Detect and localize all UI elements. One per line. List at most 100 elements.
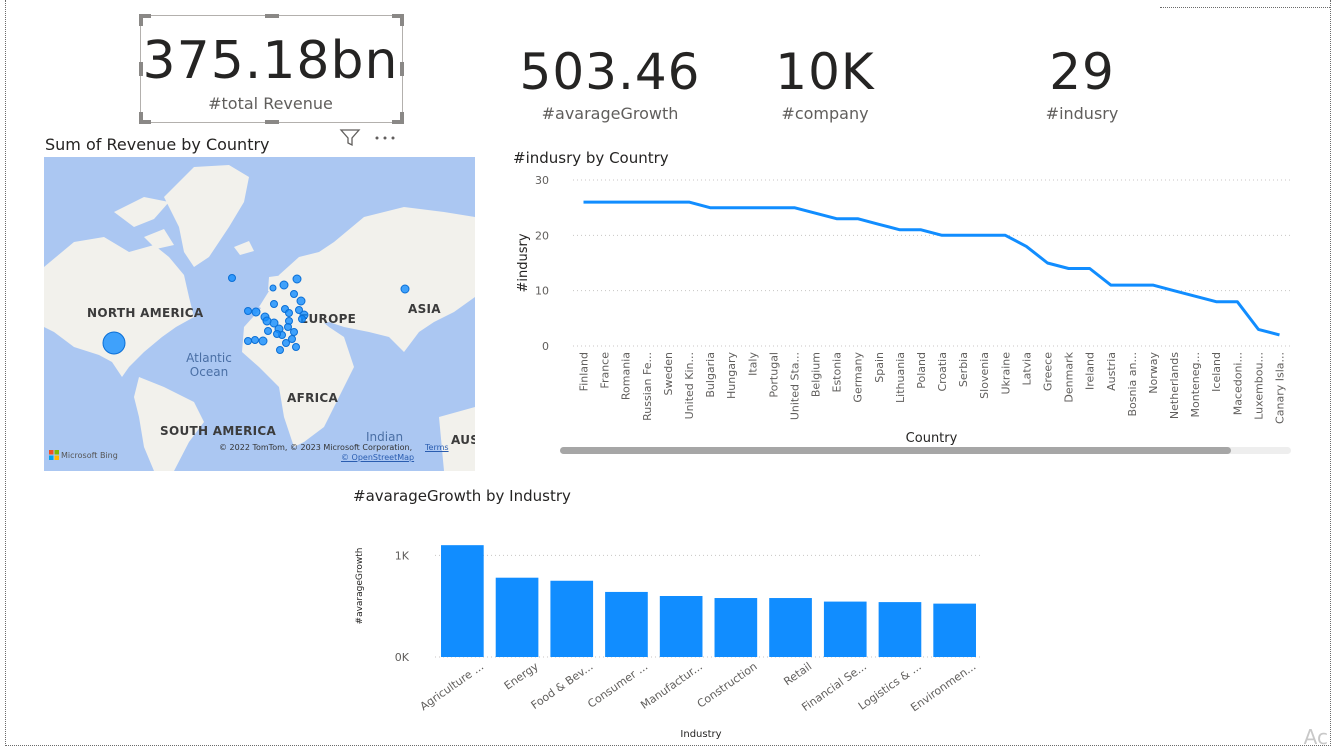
kpi-label: #total Revenue <box>208 94 333 113</box>
x-tick-label: Romania <box>620 352 633 400</box>
x-axis-title: Industry <box>680 729 721 740</box>
data-point <box>1278 333 1281 336</box>
y-tick-label: 30 <box>535 174 549 187</box>
kpi-value: 10K <box>775 43 875 101</box>
x-tick-label: Canary Isla... <box>1273 352 1286 424</box>
map-bubble <box>269 284 277 292</box>
map-bubble <box>285 309 293 317</box>
map-bubble <box>279 280 289 290</box>
x-tick-label: Ukraine <box>999 352 1012 395</box>
map-title: Sum of Revenue by Country <box>45 135 270 154</box>
map-bubble <box>264 327 272 335</box>
bar <box>933 603 976 657</box>
kpi-value: 29 <box>1049 43 1115 101</box>
x-tick-label: France <box>599 352 612 389</box>
kpi-card-average-growth[interactable]: 503.46 #avarageGrowth <box>510 42 710 123</box>
kpi-value: 375.18bn <box>142 31 399 91</box>
data-point <box>1173 289 1176 292</box>
bar <box>659 596 703 657</box>
x-tick-label: Netherlands <box>1168 352 1181 419</box>
x-tick-label: Manufactur... <box>638 660 705 712</box>
x-tick-label: United Kin... <box>683 352 696 419</box>
data-point <box>1236 300 1239 303</box>
bar <box>769 598 812 657</box>
y-tick-label: 10 <box>535 285 549 298</box>
data-point <box>603 201 606 204</box>
x-tick-label: Agriculture ... <box>418 660 486 713</box>
map-bubble <box>292 274 302 284</box>
map-bubble <box>102 331 126 355</box>
x-tick-label: Retail <box>781 660 814 688</box>
resize-handle[interactable] <box>139 112 143 124</box>
y-tick-label: 20 <box>535 229 549 242</box>
map-bubble <box>290 328 298 336</box>
map-bubble <box>400 284 410 294</box>
kpi-card-industry[interactable]: 29 #indusry <box>1012 42 1152 123</box>
resize-handle[interactable] <box>265 14 279 18</box>
kpi-card-company[interactable]: 10K #company <box>745 42 905 123</box>
terms-link[interactable]: Terms <box>425 443 449 452</box>
map-bubbles <box>102 274 410 355</box>
series-line <box>583 200 1280 337</box>
data-point <box>1046 262 1049 265</box>
more-options-icon[interactable] <box>372 130 398 144</box>
map-bubble <box>292 343 300 351</box>
x-tick-label: Iceland <box>1210 352 1223 392</box>
resize-handle[interactable] <box>400 14 404 26</box>
chart-title: #avarageGrowth by Industry <box>353 487 571 505</box>
x-tick-label: Monteneg... <box>1189 352 1202 417</box>
canvas-border-top <box>1160 7 1330 8</box>
x-axis-title: Country <box>906 431 958 446</box>
map-bubble <box>284 323 292 331</box>
map-bubble <box>282 339 290 347</box>
x-tick-label: Spain <box>873 352 886 383</box>
x-tick-label: Ireland <box>1084 352 1097 390</box>
map-bubble <box>258 336 268 346</box>
map-bubble <box>296 296 306 306</box>
industry-by-country-line-chart[interactable]: #indusry by Country 0 10 20 30 #indusry Finlan… <box>505 150 1305 450</box>
x-tick-label: Greece <box>1041 352 1054 391</box>
data-point <box>919 228 922 231</box>
x-tick-label: Russian Fe... <box>641 352 654 421</box>
data-point <box>1151 284 1154 287</box>
filter-icon[interactable] <box>338 128 362 148</box>
kpi-card-total-revenue[interactable]: 375.18bn #total Revenue <box>140 30 401 113</box>
bar <box>495 577 539 657</box>
revenue-map[interactable]: NORTH AMERICA EUROPE ASIA AFRICA SOUTH A… <box>44 157 475 471</box>
data-point <box>666 201 669 204</box>
resize-handle[interactable] <box>400 112 404 124</box>
x-tick-label: Bulgaria <box>704 352 717 398</box>
map-bubble <box>276 346 284 354</box>
data-point <box>1194 295 1197 298</box>
data-point <box>1257 328 1260 331</box>
resize-handle[interactable] <box>265 120 279 124</box>
map-bubble <box>262 316 272 326</box>
x-tick-label: United Sta... <box>788 352 801 420</box>
x-tick-label: Portugal <box>767 352 780 398</box>
x-tick-label: Croatia <box>936 352 949 392</box>
map-bubble <box>270 300 278 308</box>
x-tick-label: Slovenia <box>978 352 991 399</box>
x-tick-label: Italy <box>746 352 759 376</box>
data-point <box>582 201 585 204</box>
data-point <box>1215 300 1218 303</box>
y-axis-title: #indusry <box>516 233 531 292</box>
osm-link[interactable]: © OpenStreetMap <box>341 453 414 462</box>
bing-logo: Microsoft Bing <box>49 450 118 460</box>
data-point <box>814 212 817 215</box>
data-point <box>1088 267 1091 270</box>
x-tick-label: Luxembou... <box>1252 352 1265 420</box>
map-bubble <box>298 315 306 323</box>
map-bubble <box>295 306 303 314</box>
x-tick-label: Macedoni... <box>1231 352 1244 415</box>
resize-handle[interactable] <box>139 14 143 26</box>
x-tick-label: Construction <box>695 660 760 711</box>
line-chart-scrollbar-thumb[interactable] <box>560 447 1231 454</box>
x-tick-label: Energy <box>502 660 541 693</box>
kpi-label: #avarageGrowth <box>541 104 679 123</box>
data-point <box>624 201 627 204</box>
map-copyright: © 2022 TomTom, © 2023 Microsoft Corporat… <box>219 443 413 452</box>
x-tick-label: Austria <box>1105 352 1118 391</box>
x-tick-label: Sweden <box>662 352 675 395</box>
growth-by-industry-bar-chart[interactable]: #avarageGrowth by Industry 0K 1K #avarageGr… <box>345 485 1005 743</box>
